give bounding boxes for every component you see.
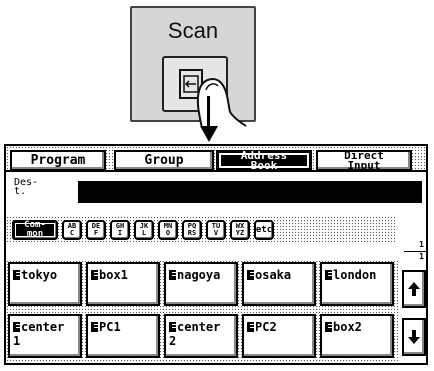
- destination-name: PC2: [255, 320, 277, 334]
- index-key-line2: C: [69, 229, 75, 237]
- destination-name-line2: 2: [169, 334, 177, 348]
- destination-name: box2: [333, 320, 362, 334]
- destination-field[interactable]: [78, 181, 422, 203]
- destination-button-tokyo[interactable]: tokyo: [8, 262, 82, 306]
- index-key-jkl[interactable]: JK L: [134, 220, 154, 240]
- destination-label-line2: t.: [14, 186, 27, 197]
- tab-group[interactable]: Group: [114, 150, 214, 171]
- destination-type-icon: [169, 322, 176, 332]
- destination-type-icon: [13, 322, 20, 332]
- index-key-common[interactable]: Com- mon: [12, 220, 58, 240]
- index-key-line2: O: [165, 229, 171, 237]
- scroll-up-button[interactable]: [402, 270, 426, 308]
- arrow-down-icon: [408, 330, 420, 344]
- destination-type-icon: [13, 270, 20, 280]
- destination-row: Des- t.: [14, 178, 426, 204]
- index-key-ghi[interactable]: GH I: [110, 220, 130, 240]
- destination-name: PC1: [99, 320, 121, 334]
- index-key-etc[interactable]: etc: [254, 220, 274, 240]
- index-key-wxyz[interactable]: WX YZ: [230, 220, 250, 240]
- destination-label: Des- t.: [14, 178, 44, 197]
- index-key-line2: mon: [26, 229, 44, 239]
- tab-program[interactable]: Program: [10, 150, 106, 171]
- index-key-line1: etc: [255, 224, 273, 235]
- destination-name: london: [333, 268, 377, 282]
- tab-address-book-label-line2: Book: [250, 158, 278, 172]
- destination-button-pc1[interactable]: PC1: [86, 314, 160, 358]
- index-key-line2: F: [93, 229, 99, 237]
- index-key-tuv[interactable]: TU V: [206, 220, 226, 240]
- destination-type-icon: [325, 322, 332, 332]
- index-key-line2: L: [141, 229, 147, 237]
- index-key-def[interactable]: DE F: [86, 220, 106, 240]
- scroll-down-button[interactable]: [402, 318, 426, 356]
- destination-button-london[interactable]: london: [320, 262, 394, 306]
- destination-name: osaka: [255, 268, 292, 282]
- tab-group-label: Group: [144, 152, 184, 168]
- destination-type-icon: [91, 270, 98, 280]
- index-key-pqrs[interactable]: PQ RS: [182, 220, 202, 240]
- index-key-line2: RS: [187, 229, 197, 237]
- destination-name: center: [21, 320, 65, 334]
- page-current: 1: [419, 240, 424, 249]
- pointer-arrow-icon: [200, 96, 218, 142]
- index-key-mno[interactable]: MN O: [158, 220, 178, 240]
- destination-button-pc2[interactable]: PC2: [242, 314, 316, 358]
- destination-name-line2: 1: [13, 334, 21, 348]
- destination-type-icon: [169, 270, 176, 280]
- destination-type-icon: [247, 322, 254, 332]
- destination-button-box1[interactable]: box1: [86, 262, 160, 306]
- index-key-line2: V: [213, 229, 219, 237]
- destination-name: nagoya: [177, 268, 221, 282]
- destination-button-nagoya[interactable]: nagoya: [164, 262, 238, 306]
- destination-type-icon: [325, 270, 332, 280]
- touch-panel: Program Group Address Book Direct Input …: [4, 144, 428, 365]
- destination-type-icon: [91, 322, 98, 332]
- index-key-abc[interactable]: AB C: [62, 220, 82, 240]
- arrow-up-icon: [408, 282, 420, 296]
- destination-button-osaka[interactable]: osaka: [242, 262, 316, 306]
- tab-direct-input[interactable]: Direct Input: [316, 150, 412, 171]
- destination-name: center: [177, 320, 221, 334]
- page-indicator: 1 1: [402, 240, 428, 268]
- destination-type-icon: [247, 270, 254, 280]
- page-total: 1: [419, 252, 424, 261]
- destination-grid: tokyo box1 nagoya osaka london center 1 …: [6, 260, 400, 363]
- index-key-line2: I: [117, 229, 123, 237]
- tab-direct-input-label-line2: Input: [347, 158, 381, 172]
- tab-bar: Program Group Address Book Direct Input: [6, 146, 426, 172]
- scan-key-label: Scan: [167, 18, 219, 43]
- index-row: Com- mon AB C DE F GH I JK L MN O PQ RS …: [6, 216, 396, 244]
- destination-button-center1[interactable]: center 1: [8, 314, 82, 358]
- destination-name: box1: [99, 268, 128, 282]
- tab-program-label: Program: [30, 152, 86, 168]
- destination-button-center2[interactable]: center 2: [164, 314, 238, 358]
- destination-name: tokyo: [21, 268, 58, 282]
- page-divider: [404, 251, 428, 252]
- index-key-line2: YZ: [235, 229, 245, 237]
- destination-button-box2[interactable]: box2: [320, 314, 394, 358]
- tab-address-book[interactable]: Address Book: [216, 150, 312, 171]
